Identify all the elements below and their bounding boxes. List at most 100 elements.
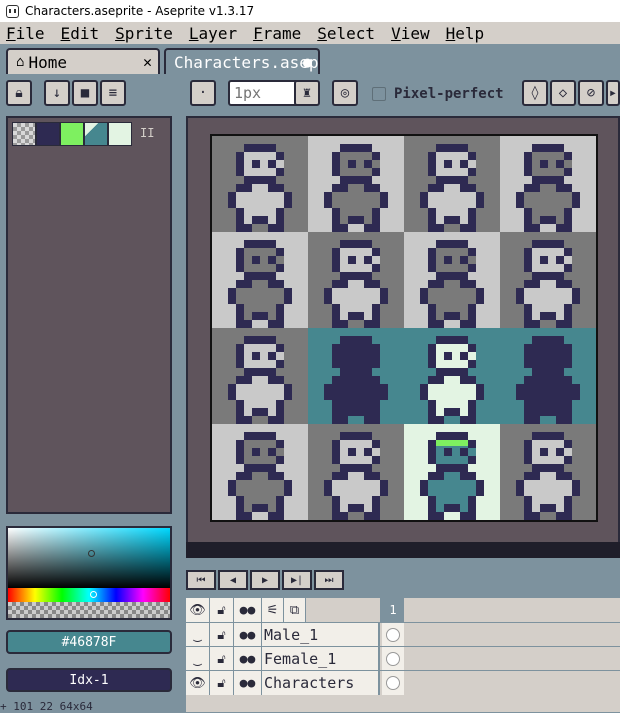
symmetry-diagonal-button[interactable]: ⊘	[578, 80, 604, 106]
sprite-pixel	[452, 344, 460, 352]
eye-icon[interactable]: 👁︎	[186, 671, 210, 695]
last-frame-button[interactable]: ⏭	[314, 570, 344, 590]
layer-row[interactable]: ‿ 🔓︎ ●● Male_1	[186, 622, 620, 647]
pixel-perfect-checkbox[interactable]	[372, 87, 386, 101]
previous-frame-button[interactable]: ◀	[218, 570, 248, 590]
layer-cel[interactable]	[382, 647, 404, 671]
new-layer-icon[interactable]: ⧉	[284, 598, 306, 622]
menu-sprite[interactable]: Sprite	[115, 24, 173, 43]
foreground-color-button[interactable]: #46878F	[6, 630, 172, 654]
tab-home[interactable]: ⌂ Home ✕	[6, 48, 160, 74]
tab-characters-modified-icon[interactable]: ●	[303, 53, 312, 71]
tab-characters[interactable]: Characters.asep ●	[164, 48, 320, 74]
sprite-pixel	[332, 184, 340, 192]
eye-closed-icon[interactable]: ‿	[186, 623, 210, 647]
layer-cel[interactable]	[382, 623, 404, 647]
lock-icon[interactable]: 🔓︎	[210, 671, 234, 695]
palette-swatch-2[interactable]	[60, 122, 84, 146]
first-frame-button[interactable]: ⏮	[186, 570, 216, 590]
sprite-pixel	[532, 448, 540, 456]
palette-swatch-4[interactable]	[108, 122, 132, 146]
sprite-pixel	[236, 168, 244, 176]
layer-row[interactable]: 👁︎ 🔓︎ ●● Characters	[186, 670, 620, 695]
sprite-pixel	[244, 200, 252, 208]
tab-home-close-icon[interactable]: ✕	[143, 53, 152, 71]
sprite-pixel	[356, 344, 364, 352]
palette-swatch-3[interactable]	[84, 122, 108, 146]
sprite-pixel	[564, 480, 572, 488]
sprite-pixel	[348, 240, 356, 248]
sprite-pixel	[468, 472, 476, 480]
sprite-pixel	[356, 288, 364, 296]
palette-swatch-1[interactable]	[36, 122, 60, 146]
symmetry-horizontal-button[interactable]: ◇	[550, 80, 576, 106]
sprite-pixel	[364, 288, 372, 296]
menu-select[interactable]: Select	[317, 24, 375, 43]
alpha-slider[interactable]	[8, 602, 170, 618]
menu-edit[interactable]: Edit	[61, 24, 100, 43]
lock-icon[interactable]: 🔓︎	[210, 647, 234, 671]
sprite-pixel	[276, 448, 284, 456]
layer-cel[interactable]	[382, 671, 404, 695]
layer-name[interactable]: Female_1	[262, 647, 380, 671]
color-picker[interactable]	[6, 526, 172, 620]
ink-button[interactable]: ♜	[294, 80, 320, 106]
menu-label-rest: ayer	[198, 23, 238, 43]
sprite-pixel	[468, 320, 476, 328]
sprite-pixel	[276, 280, 284, 288]
sprite-pixel	[540, 384, 548, 392]
lock-palette-button[interactable]: 🔒︎	[6, 80, 32, 106]
lock-icon[interactable]: 🔓︎	[210, 598, 234, 622]
sprite-pixel	[436, 336, 444, 344]
sprite-canvas[interactable]	[210, 134, 598, 522]
sprite-pixel	[540, 408, 548, 416]
menu-help[interactable]: Help	[446, 24, 485, 43]
symmetry-vertical-button[interactable]: ◊	[522, 80, 548, 106]
lock-icon[interactable]: 🔓︎	[210, 623, 234, 647]
next-frame-button[interactable]: ▶|	[282, 570, 312, 590]
continuous-icon[interactable]: ●●	[234, 671, 262, 695]
sprite-pixel	[540, 472, 548, 480]
sprite-pixel	[340, 464, 348, 472]
sprite-pixel	[348, 256, 356, 264]
continuous-icon[interactable]: ●●	[234, 647, 262, 671]
frame-header-1[interactable]: 1	[382, 598, 404, 622]
sprite-pixel	[540, 368, 548, 376]
sprite-pixel	[564, 184, 572, 192]
dithering-button[interactable]: ◎	[332, 80, 358, 106]
palette-swatch-transparent[interactable]	[12, 122, 36, 146]
symmetry-more-button[interactable]: ▸	[606, 80, 620, 106]
palette-options-button[interactable]: ≡	[100, 80, 126, 106]
continuous-icon[interactable]: ●●	[234, 598, 262, 622]
palette-presets-button[interactable]: ■	[72, 80, 98, 106]
play-button[interactable]: ▶	[250, 570, 280, 590]
layer-row[interactable]: ‿ 🔓︎ ●● Female_1	[186, 646, 620, 671]
layer-group-icon[interactable]: ⚟	[262, 598, 284, 622]
continuous-icon[interactable]: ●●	[234, 623, 262, 647]
sprite-pixel	[332, 480, 340, 488]
sprite-pixel	[540, 288, 548, 296]
sprite-pixel	[532, 400, 540, 408]
brush-type-button[interactable]: ·	[190, 80, 216, 106]
saturation-value-area[interactable]	[8, 528, 170, 588]
sprite-pixel	[436, 488, 444, 496]
layer-name[interactable]: Male_1	[262, 623, 380, 647]
sprite-pixel	[548, 296, 556, 304]
layer-name[interactable]: Characters	[262, 671, 380, 695]
menu-file[interactable]: File	[6, 24, 45, 43]
sprite-pixel	[572, 200, 580, 208]
sprite-pixel	[364, 432, 372, 440]
eye-closed-icon[interactable]: ‿	[186, 647, 210, 671]
sprite-pixel	[428, 184, 436, 192]
eye-icon[interactable]: 👁︎	[186, 598, 210, 622]
sprite-pixel	[564, 200, 572, 208]
sprite-pixel	[372, 496, 380, 504]
background-color-button[interactable]: Idx-1	[6, 668, 172, 692]
palette-sort-button[interactable]: ↓	[44, 80, 70, 106]
menu-layer[interactable]: Layer	[189, 24, 237, 43]
sprite-pixel	[564, 400, 572, 408]
sprite-pixel	[348, 440, 356, 448]
menu-view[interactable]: View	[391, 24, 430, 43]
hue-slider[interactable]	[8, 588, 170, 602]
menu-frame[interactable]: Frame	[253, 24, 301, 43]
